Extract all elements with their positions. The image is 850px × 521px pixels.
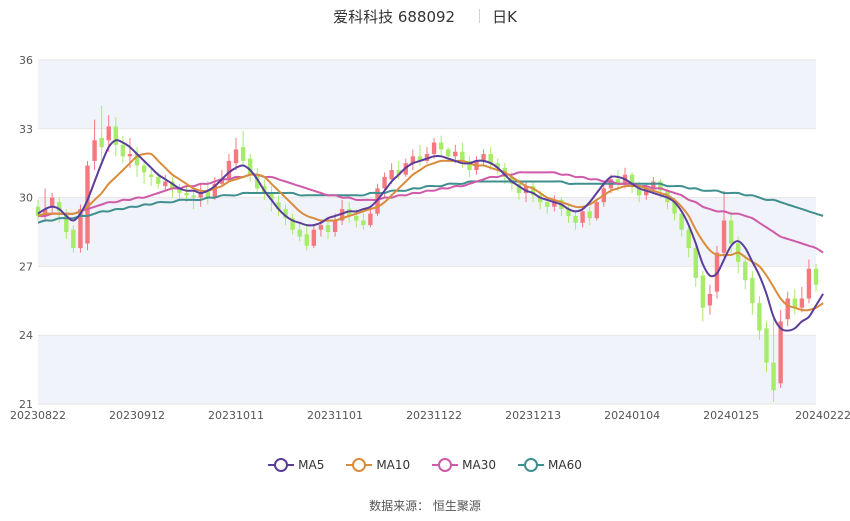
candle-body — [693, 248, 698, 278]
x-tick-label: 20231011 — [208, 409, 264, 422]
candle-body — [106, 126, 111, 141]
candle-body — [686, 229, 691, 249]
x-tick-label: 20231122 — [406, 409, 462, 422]
candle-body — [799, 298, 805, 308]
candle-body — [325, 225, 331, 232]
candle-body — [120, 144, 126, 157]
candle-body — [679, 213, 684, 230]
legend-swatch-ma60 — [518, 458, 545, 472]
chart-legend: MA5 MA10 MA30 MA60 — [0, 458, 850, 472]
candle-body — [460, 151, 465, 161]
legend-item-ma10[interactable]: MA10 — [346, 458, 410, 472]
legend-item-ma5[interactable]: MA5 — [268, 458, 324, 472]
y-tick-label: 33 — [19, 123, 33, 136]
candle-body — [92, 140, 97, 161]
legend-swatch-ma5 — [268, 458, 295, 472]
y-tick-label: 24 — [19, 329, 33, 342]
legend-label-ma30: MA30 — [462, 458, 497, 472]
candle-body — [297, 229, 302, 237]
candle-body — [382, 176, 387, 189]
candle-body — [311, 229, 317, 246]
grid-band — [38, 335, 816, 404]
candle-body — [700, 275, 706, 308]
candle-body — [743, 261, 748, 281]
candle-body — [453, 151, 458, 157]
grid-band — [38, 60, 816, 129]
candle-body — [707, 293, 713, 306]
x-tick-label: 20231213 — [505, 409, 561, 422]
candlestick-chart[interactable]: 21 24 27 30 33 36 20230822 20230912 20231011 2023… — [0, 0, 850, 517]
y-tick-label: 27 — [19, 260, 33, 273]
candle-body — [757, 303, 762, 331]
candle-body — [163, 181, 168, 187]
legend-swatch-ma10 — [346, 458, 373, 472]
candle-body — [191, 195, 196, 198]
candle-body — [354, 215, 359, 221]
candle-body — [806, 268, 812, 299]
legend-swatch-ma30 — [432, 458, 459, 472]
candle-body — [813, 268, 819, 285]
candle-body — [594, 202, 599, 219]
x-tick-label: 20230912 — [109, 409, 165, 422]
candle-body — [545, 202, 550, 207]
legend-label-ma5: MA5 — [298, 458, 325, 472]
candle-body — [446, 149, 451, 157]
x-tick-label: 20240222 — [795, 409, 850, 422]
candle-body — [431, 142, 437, 155]
x-tick-label: 20240125 — [703, 409, 759, 422]
candle-body — [127, 154, 133, 157]
candle-body — [750, 277, 755, 304]
candle-body — [99, 137, 104, 148]
candle-body — [573, 215, 578, 223]
candle-body — [587, 211, 592, 219]
x-tick-label: 20230822 — [10, 409, 66, 422]
candle-body — [368, 213, 373, 226]
candle-body — [785, 298, 790, 320]
candle-body — [71, 229, 76, 249]
candle-body — [156, 176, 161, 184]
candle-body — [728, 220, 734, 244]
candle-body — [141, 165, 147, 173]
candle-body — [778, 321, 783, 384]
candle-body — [240, 147, 246, 161]
candle-body — [304, 234, 309, 246]
x-tick-label: 20240104 — [604, 409, 660, 422]
y-tick-label: 36 — [19, 54, 33, 67]
candle-body — [721, 220, 727, 253]
data-source: 数据来源： 恒生聚源 — [369, 499, 481, 513]
y-tick-label: 30 — [19, 192, 33, 205]
candle-body — [49, 197, 55, 207]
candle-body — [438, 142, 444, 150]
legend-item-ma60[interactable]: MA60 — [518, 458, 582, 472]
candle-body — [148, 174, 154, 177]
candle-body — [233, 149, 239, 164]
candle-body — [764, 328, 769, 363]
x-tick-label: 20231101 — [307, 409, 363, 422]
legend-label-ma60: MA60 — [548, 458, 582, 472]
candle-body — [184, 193, 189, 196]
candle-body — [361, 220, 366, 226]
candle-body — [318, 225, 324, 230]
candle-body — [580, 211, 585, 223]
candle-body — [771, 362, 776, 391]
candle-body — [389, 170, 394, 180]
legend-item-ma30[interactable]: MA30 — [432, 458, 496, 472]
chart-canvas: 21242730333620230822 20230912 20231011 2023… — [10, 54, 850, 422]
candle-body — [332, 220, 338, 232]
legend-label-ma10: MA10 — [376, 458, 411, 472]
